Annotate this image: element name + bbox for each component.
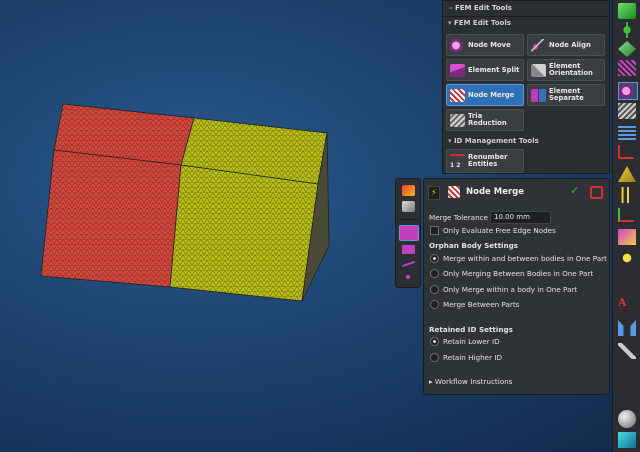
- tria-reduction-button[interactable]: Tria Reduction: [446, 109, 524, 131]
- orphan-option-radio[interactable]: [430, 269, 439, 278]
- only-free-edge-label: Only Evaluate Free Edge Nodes: [443, 226, 556, 235]
- retained-option-label: Retain Lower ID: [443, 337, 500, 346]
- only-free-edge-checkbox[interactable]: [430, 226, 439, 235]
- dialog-side-toolbar: [395, 178, 421, 288]
- orphan-option-label: Merge Between Parts: [443, 300, 520, 309]
- point-select-icon[interactable]: [406, 275, 410, 279]
- node-move-button[interactable]: Node Move: [446, 34, 524, 56]
- fem-edit-icon[interactable]: [618, 82, 638, 100]
- fem-edit-tools-panel: – FEM Edit Tools ▾ FEM Edit Tools Node M…: [442, 0, 610, 174]
- load-icon[interactable]: [618, 166, 636, 182]
- edge-select-icon[interactable]: [402, 260, 415, 268]
- orphan-option-label: Only Merging Between Bodies in One Part: [443, 269, 594, 278]
- element-select-icon[interactable]: [402, 245, 415, 254]
- node-merge-dialog-icon: [448, 186, 460, 198]
- retained-id-heading: Retained ID Settings: [429, 325, 513, 334]
- node-move-icon: [450, 38, 465, 52]
- dialog-title: Node Merge: [466, 187, 525, 197]
- workflow-label: Workflow Instructions: [434, 377, 513, 386]
- section-label: ID Management Tools: [453, 137, 539, 145]
- retained-option-label: Retain Higher ID: [443, 353, 502, 362]
- tool-label: Renumber Entities: [468, 153, 508, 168]
- material-icon[interactable]: [618, 229, 636, 245]
- front-face-red: [40, 149, 182, 288]
- right-toolbar: A: [612, 0, 640, 452]
- layers-icon[interactable]: [618, 432, 636, 448]
- geometry-cube-icon[interactable]: [618, 3, 636, 19]
- hammer-icon[interactable]: [618, 343, 636, 359]
- renumber-icon: 1 2: [450, 153, 465, 169]
- tool-label: Element Orientation: [549, 62, 593, 77]
- node-merge-icon: [450, 88, 465, 102]
- orphan-option-label: Only Merge within a body in One Part: [443, 285, 578, 294]
- retained-option-radio[interactable]: [430, 337, 439, 346]
- mesh-icon[interactable]: [618, 60, 636, 76]
- spring-icon[interactable]: [618, 187, 636, 203]
- add-geometry-icon[interactable]: [618, 22, 636, 38]
- sphere-view-icon[interactable]: [618, 410, 636, 428]
- coordinate-system-icon[interactable]: [618, 208, 634, 222]
- axis-icon[interactable]: [618, 145, 634, 159]
- section-id-management[interactable]: ▾ ID Management Tools: [443, 135, 539, 148]
- orphan-option-radio[interactable]: [430, 254, 439, 263]
- accept-check-icon[interactable]: ✓: [570, 184, 579, 197]
- element-split-icon: [450, 63, 465, 77]
- orphan-option-radio[interactable]: [430, 285, 439, 294]
- workflow-expander[interactable]: ▸ Workflow Instructions: [429, 377, 512, 386]
- front-face-yellow: [169, 164, 319, 302]
- orphan-option-radio[interactable]: [430, 300, 439, 309]
- node-align-button[interactable]: Node Align: [527, 34, 605, 56]
- lightbulb-icon[interactable]: [618, 250, 636, 266]
- element-split-button[interactable]: Element Split: [446, 59, 524, 81]
- element-orientation-icon: [531, 63, 546, 77]
- section-fem-edit-tools[interactable]: ▾ FEM Edit Tools: [443, 17, 609, 30]
- retained-option-radio[interactable]: [430, 353, 439, 362]
- element-separate-button[interactable]: Element Separate: [527, 84, 605, 106]
- node-select-icon[interactable]: [402, 201, 415, 212]
- renumber-entities-button[interactable]: 1 2 Renumber Entities: [446, 149, 524, 173]
- merge-tolerance-label: Merge Tolerance: [429, 213, 488, 222]
- node-align-icon: [531, 38, 546, 52]
- lightning-icon[interactable]: ⚡: [428, 186, 440, 200]
- orphan-body-heading: Orphan Body Settings: [429, 241, 519, 250]
- panel-header-label: FEM Edit Tools: [454, 4, 512, 12]
- list-icon[interactable]: [618, 124, 636, 140]
- tool-label: Element Separate: [549, 87, 584, 102]
- tool-label: Tria Reduction: [468, 112, 507, 127]
- orphan-option-label: Merge within and between bodies in One P…: [443, 254, 607, 263]
- tool-label: Node Merge: [468, 90, 515, 99]
- tria-reduction-icon: [450, 113, 465, 127]
- renumber-digits: 1 2: [450, 161, 461, 169]
- node-merge-button[interactable]: Node Merge: [446, 84, 524, 106]
- section-label: FEM Edit Tools: [453, 19, 511, 27]
- quality-icon[interactable]: [618, 103, 636, 119]
- annotation-a-icon[interactable]: A: [618, 296, 636, 312]
- element-orientation-button[interactable]: Element Orientation: [527, 59, 605, 81]
- panel-header[interactable]: – FEM Edit Tools: [443, 1, 609, 17]
- element-separate-icon: [531, 88, 546, 102]
- tool-label: Node Move: [468, 40, 511, 49]
- tool-label: Node Align: [549, 40, 591, 49]
- node-merge-dialog: ⚡ Node Merge ✓ Merge Tolerance 10.00 mm …: [423, 178, 610, 395]
- mesh-select-icon[interactable]: [402, 185, 415, 196]
- surface-icon[interactable]: [618, 41, 636, 57]
- tool-label: Element Split: [468, 65, 520, 74]
- cube-select-icon[interactable]: [399, 225, 419, 241]
- measure-icon[interactable]: [618, 320, 636, 336]
- merge-tolerance-input[interactable]: 10.00 mm: [490, 211, 551, 224]
- exit-icon[interactable]: [590, 186, 603, 199]
